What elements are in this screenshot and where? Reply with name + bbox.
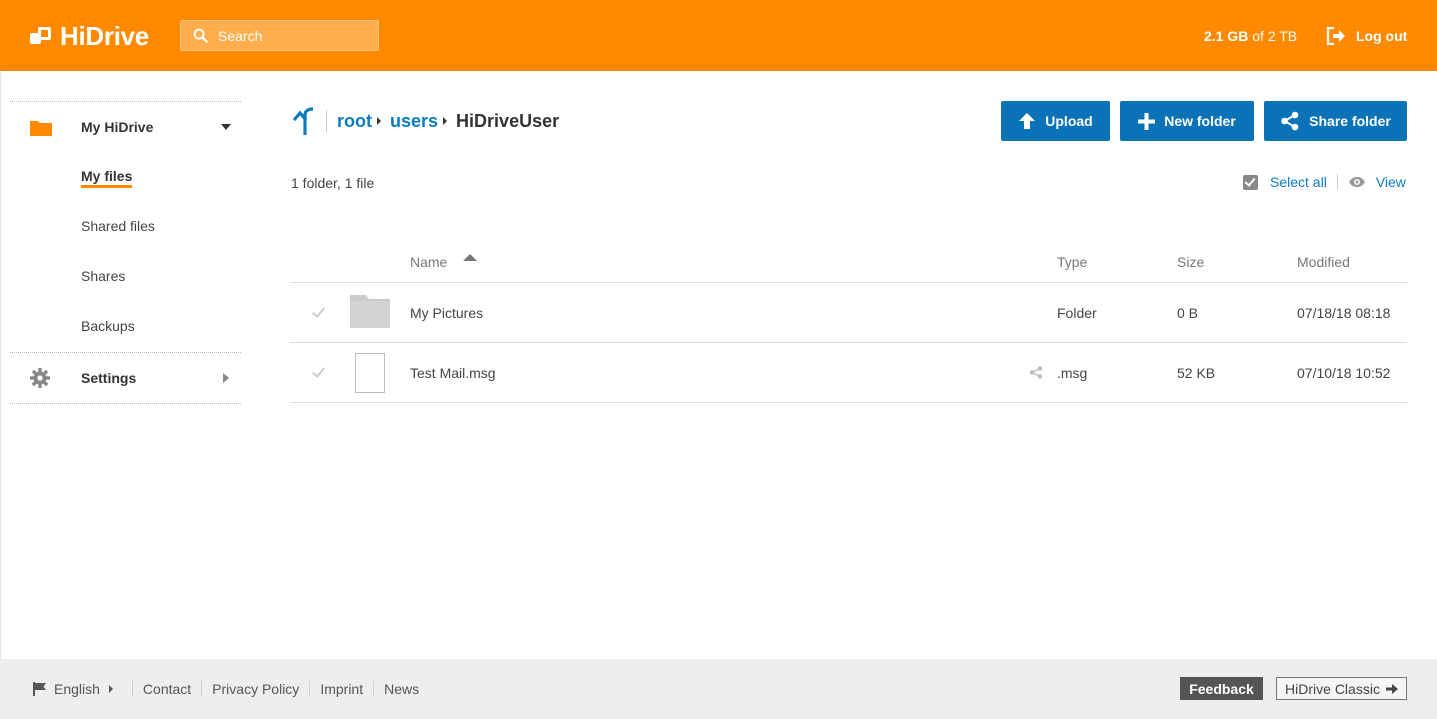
logout-button[interactable]: Log out: [1326, 24, 1407, 48]
upload-label: Upload: [1045, 113, 1093, 129]
table-row[interactable]: Test Mail.msg .msg 52 KB 07/10/18 10:52: [290, 343, 1407, 403]
gear-icon: [30, 368, 50, 388]
footer-link-imprint[interactable]: Imprint: [320, 681, 363, 697]
row-check-icon[interactable]: [310, 365, 325, 380]
hidrive-classic-button[interactable]: HiDrive Classic: [1276, 677, 1407, 700]
eye-icon: [1348, 177, 1365, 187]
footer-separator: [309, 681, 311, 697]
row-modified: 07/10/18 10:52: [1297, 365, 1391, 381]
row-check-icon[interactable]: [310, 305, 325, 320]
row-modified: 07/18/18 08:18: [1297, 305, 1391, 321]
footer-links: English Contact Privacy Policy Imprint N…: [33, 680, 419, 698]
item-count: 1 folder, 1 file: [291, 175, 375, 191]
footer: English Contact Privacy Policy Imprint N…: [0, 659, 1437, 719]
shared-icon[interactable]: [1029, 366, 1043, 379]
sidebar-item-settings[interactable]: Settings: [10, 353, 241, 403]
sidebar-item-shared-files[interactable]: Shared files: [10, 202, 241, 252]
hidrive-logo[interactable]: HiDrive: [30, 20, 149, 52]
file-table: Name Type Size Modified My Pictures Fold…: [290, 245, 1407, 403]
logout-label: Log out: [1356, 28, 1408, 44]
tools-separator: [1336, 174, 1338, 190]
caret-down-icon: [221, 124, 231, 130]
footer-separator: [131, 681, 133, 697]
sidebar-item-my-files[interactable]: My files: [10, 152, 241, 202]
checkbox-icon: [1243, 174, 1258, 190]
search-box[interactable]: [180, 20, 379, 51]
sidebar-item-label: Settings: [81, 370, 137, 386]
row-name[interactable]: Test Mail.msg: [410, 365, 496, 381]
upload-button[interactable]: Upload: [1001, 101, 1110, 141]
folder-icon: [30, 121, 52, 136]
share-folder-label: Share folder: [1309, 113, 1391, 129]
sidebar-item-label: Shared files: [81, 218, 155, 234]
new-folder-button[interactable]: New folder: [1120, 101, 1254, 141]
table-row[interactable]: My Pictures Folder 0 B 07/18/18 08:18: [290, 283, 1407, 343]
sidebar-item-label: My files: [81, 168, 133, 188]
sidebar-item-label: My HiDrive: [81, 119, 154, 135]
classic-label: HiDrive Classic: [1285, 680, 1380, 697]
top-header: HiDrive 2.1 GB of 2 TB Log out: [0, 0, 1437, 71]
file-icon: [355, 353, 385, 393]
logo-mark-icon: [30, 25, 52, 47]
logout-icon: [1326, 27, 1345, 45]
quota-used: 2.1 GB: [1204, 28, 1249, 44]
sidebar-item-label: Backups: [81, 318, 135, 334]
language-caret-icon: [108, 685, 113, 693]
share-folder-button[interactable]: Share folder: [1264, 101, 1407, 141]
folder-up-icon[interactable]: [290, 106, 318, 136]
plus-icon: [1138, 112, 1156, 130]
sidebar-divider: [10, 403, 241, 404]
share-icon: [1281, 111, 1299, 131]
quota-total: of 2 TB: [1252, 28, 1298, 44]
row-type: Folder: [1057, 305, 1097, 321]
breadcrumb-current: HiDriveUser: [456, 110, 560, 131]
new-folder-label: New folder: [1164, 113, 1236, 129]
logo-text: HiDrive: [60, 20, 149, 51]
column-header-modified[interactable]: Modified: [1297, 254, 1350, 270]
sidebar-item-my-hidrive[interactable]: My HiDrive: [10, 102, 241, 152]
column-header-size[interactable]: Size: [1177, 254, 1204, 270]
left-edge-divider: [0, 71, 1, 659]
sidebar-item-shares[interactable]: Shares: [10, 252, 241, 302]
list-tools: Select all View: [1243, 172, 1406, 192]
column-header-type[interactable]: Type: [1057, 254, 1087, 270]
column-header-name[interactable]: Name: [410, 254, 447, 270]
row-size: 52 KB: [1177, 365, 1216, 381]
footer-separator: [373, 681, 375, 697]
breadcrumb-separator: [326, 110, 327, 132]
search-input[interactable]: [218, 27, 368, 44]
sidebar-item-backups[interactable]: Backups: [10, 302, 241, 352]
table-header: Name Type Size Modified: [290, 245, 1407, 283]
storage-quota: 2.1 GB of 2 TB: [1204, 28, 1297, 44]
sidebar: My HiDrive My files Shared files Shares …: [10, 101, 241, 404]
feedback-button[interactable]: Feedback: [1180, 677, 1263, 700]
search-icon: [193, 28, 208, 43]
upload-arrow-icon: [1019, 113, 1036, 129]
arrow-right-icon: [1385, 683, 1398, 694]
row-type: .msg: [1057, 365, 1088, 381]
view-link[interactable]: View: [1376, 174, 1406, 190]
footer-link-privacy-policy[interactable]: Privacy Policy: [212, 681, 299, 697]
footer-link-news[interactable]: News: [384, 681, 419, 697]
breadcrumb-arrow-icon: [377, 117, 381, 125]
select-all-link[interactable]: Select all: [1270, 174, 1327, 190]
breadcrumb: root users HiDriveUser: [290, 105, 559, 137]
row-name[interactable]: My Pictures: [410, 305, 483, 321]
sidebar-item-label: Shares: [81, 268, 126, 284]
flag-icon: [33, 682, 46, 696]
row-size: 0 B: [1177, 305, 1199, 321]
language-selector[interactable]: English: [54, 681, 100, 697]
folder-icon: [350, 295, 390, 328]
footer-link-contact[interactable]: Contact: [143, 681, 191, 697]
sort-ascending-icon[interactable]: [463, 254, 477, 261]
caret-right-icon: [223, 373, 229, 383]
breadcrumb-root[interactable]: root: [337, 111, 372, 132]
footer-separator: [201, 681, 203, 697]
breadcrumb-arrow-icon: [443, 117, 448, 125]
breadcrumb-users[interactable]: users: [390, 111, 438, 132]
